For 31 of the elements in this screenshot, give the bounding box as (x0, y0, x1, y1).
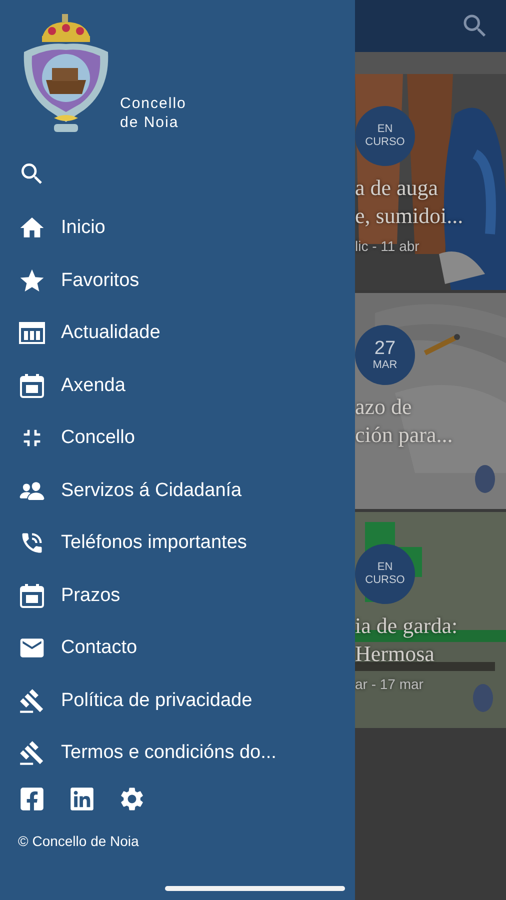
menu-item[interactable]: Prazos (0, 570, 355, 622)
menu-item[interactable]: Axenda (0, 360, 355, 412)
card-title: e, sumidoi... (355, 202, 464, 230)
calendar-icon (18, 372, 46, 400)
gavel-icon (18, 686, 46, 715)
menu-item[interactable]: Termos e condicións do... (0, 727, 355, 779)
menu-item[interactable]: Inicio (0, 202, 355, 254)
calendar-icon (18, 582, 46, 610)
card-title: Hermosa (355, 640, 436, 668)
copyright-text: © Concello de Noia (17, 832, 140, 849)
card-title: ción para... (355, 421, 454, 449)
card-title: azo de (355, 393, 413, 421)
gavel-icon (18, 739, 46, 768)
card-title: a de auga (355, 174, 440, 202)
menu-item[interactable]: Servizos á Cidadanía (0, 464, 355, 517)
card-title: ia de garda: (355, 612, 459, 640)
card-date: ar - 17 mar (355, 676, 424, 692)
facebook-icon[interactable] (18, 785, 46, 813)
menu-item[interactable]: Concello (0, 412, 355, 464)
menu-item[interactable]: Política de privacidade (0, 674, 355, 727)
event-card[interactable]: EN CURSO ia de garda: Hermosa ar - 17 mar (355, 512, 506, 728)
menu-item[interactable]: Actualidade (0, 307, 355, 360)
menu-item[interactable]: Teléfonos importantes (0, 517, 355, 570)
card-date: lic - 11 abr (355, 238, 420, 254)
linkedin-icon[interactable] (68, 785, 96, 813)
settings-icon[interactable] (118, 785, 146, 813)
event-card[interactable]: 27 MAR azo de ción para... (355, 293, 506, 509)
menu-item[interactable]: Contacto (0, 622, 355, 674)
logo-text: Concello de Noia (120, 94, 186, 133)
menu-item[interactable]: Favoritos (0, 254, 355, 307)
event-card[interactable]: EN CURSO a de auga e, sumidoi... lic - 11 abr (355, 74, 506, 290)
